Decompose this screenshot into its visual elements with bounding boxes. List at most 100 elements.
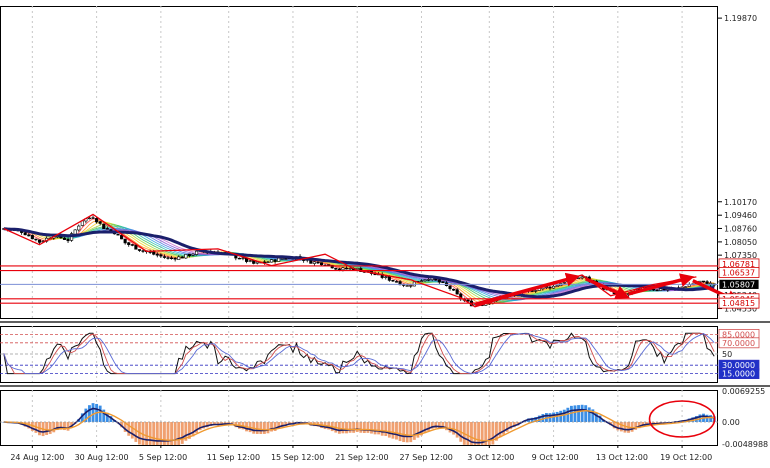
candle-body <box>252 260 256 264</box>
macd-histogram-bar <box>387 422 391 438</box>
macd-histogram-bar <box>398 422 402 442</box>
macd-tick-label: 0.0069255 <box>722 387 765 396</box>
macd-histogram-bar <box>262 422 266 434</box>
macd-histogram-bar <box>341 422 345 434</box>
candle-body <box>577 277 581 279</box>
macd-histogram-bar <box>45 422 49 435</box>
candle-body <box>580 276 584 279</box>
macd-histogram-bar <box>377 422 381 435</box>
macd-histogram-bar <box>48 422 52 434</box>
candle-body <box>534 290 538 292</box>
macd-histogram-bar <box>502 422 506 435</box>
candle-body <box>155 253 159 256</box>
candle-body <box>237 257 241 260</box>
price-tick-label: 1.08050 <box>724 238 757 247</box>
candle-body <box>137 249 141 251</box>
candle-body <box>184 253 188 259</box>
candle-body <box>34 238 38 241</box>
macd-histogram-bar <box>373 422 377 435</box>
macd-histogram-bar <box>359 422 363 433</box>
stochastic-axis: 85.000070.00005030.000015.0000 <box>718 328 760 380</box>
macd-histogram-bar <box>448 422 452 433</box>
stochastic-level-label: 50 <box>722 350 732 359</box>
candle-body <box>659 288 663 291</box>
macd-histogram-bar <box>348 422 352 433</box>
macd-histogram-bar <box>412 422 416 440</box>
time-tick-label: 5 Sep 12:00 <box>139 453 187 462</box>
macd-histogram-bar <box>409 422 413 443</box>
candle-body <box>77 225 81 231</box>
candle-body <box>123 238 127 244</box>
macd-histogram-bar <box>487 422 491 445</box>
macd-histogram-bar <box>473 422 477 445</box>
macd-histogram-bar <box>562 409 566 423</box>
time-tick-label: 13 Oct 12:00 <box>596 453 648 462</box>
candle-body <box>241 257 245 260</box>
candle-body <box>120 235 124 240</box>
macd-histogram-bar <box>259 422 263 435</box>
candle-body <box>273 259 277 262</box>
macd-histogram-bar <box>362 422 366 433</box>
candle-body <box>248 260 252 262</box>
candle-body <box>269 259 274 263</box>
candle-body <box>409 285 413 287</box>
stochastic-level-label: 15.0000 <box>722 370 755 379</box>
macd-histogram-bar <box>177 422 181 445</box>
time-tick-label: 3 Oct 12:00 <box>467 453 514 462</box>
candle-body <box>562 282 566 284</box>
stochastic-line-0 <box>3 332 715 375</box>
time-tick-label: 11 Sep 12:00 <box>207 453 260 462</box>
candle-body <box>170 257 174 260</box>
candle-body <box>91 217 95 219</box>
macd-histogram-bar <box>130 422 134 439</box>
candle-body <box>427 279 431 281</box>
macd-histogram-bar <box>152 422 156 445</box>
candle-body <box>134 244 138 250</box>
candle-body <box>651 288 656 291</box>
candle-body <box>405 285 409 287</box>
price-tag-label: 1.06537 <box>722 269 755 278</box>
macd-histogram-bar <box>355 422 359 433</box>
candle-body <box>116 234 120 236</box>
macd-histogram-bar <box>91 403 95 423</box>
candle-body <box>177 256 181 260</box>
price-panel[interactable] <box>0 6 770 323</box>
macd-histogram-bar <box>66 422 70 431</box>
macd-histogram-bar <box>173 422 177 445</box>
candle-body <box>95 218 99 223</box>
macd-histogram-bar <box>477 422 481 445</box>
macd-histogram-bar <box>352 422 356 433</box>
candle-body <box>152 251 156 255</box>
candle-body <box>66 239 70 242</box>
forex-chart[interactable]: 1.198701.101701.094601.087601.080501.073… <box>0 0 770 468</box>
candle-body <box>701 280 706 283</box>
candle-body <box>327 264 331 266</box>
candle-body <box>680 286 684 289</box>
candle-body <box>391 279 395 282</box>
candle-body <box>98 221 102 224</box>
candle-body <box>394 281 399 283</box>
macd-histogram-bar <box>498 422 502 438</box>
candle-body <box>105 228 109 230</box>
macd-histogram-bar <box>98 405 102 423</box>
macd-histogram-bar <box>466 422 470 445</box>
macd-histogram-bar <box>395 422 398 440</box>
stochastic-panel[interactable] <box>0 326 770 387</box>
macd-histogram-bar <box>587 407 591 423</box>
candle-body <box>552 285 556 289</box>
price-tick-label: 1.08760 <box>724 224 757 233</box>
macd-histogram-bar <box>491 422 495 445</box>
time-tick-label: 21 Sep 12:00 <box>335 453 388 462</box>
candle-body <box>255 261 259 264</box>
time-tick-label: 15 Sep 12:00 <box>271 453 324 462</box>
candle-body <box>87 217 92 220</box>
candle-body <box>419 280 424 282</box>
price-tick-label: 1.10170 <box>724 198 757 207</box>
macd-panel[interactable] <box>0 390 718 446</box>
candle-body <box>280 258 284 260</box>
macd-histogram-bar <box>170 422 174 445</box>
macd-line <box>3 407 715 444</box>
time-tick-label: 30 Aug 12:00 <box>75 453 129 462</box>
stochastic-level-label: 70.0000 <box>722 339 755 348</box>
candle-body <box>187 253 191 257</box>
